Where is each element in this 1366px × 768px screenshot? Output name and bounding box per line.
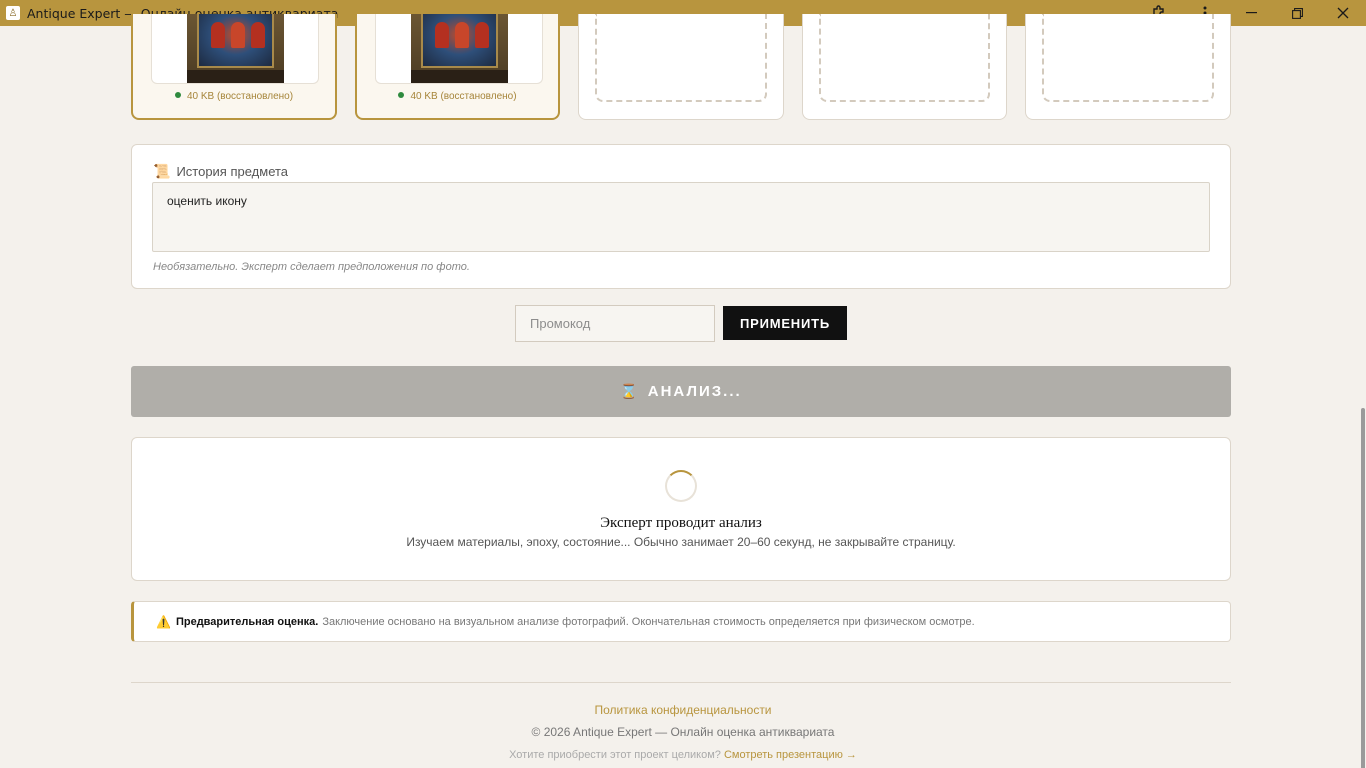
disclaimer-banner: ⚠️ Предварительная оценка. Заключение ос… [131,601,1231,642]
buy-prefix: Хотите приобрести этот проект целиком? [509,749,721,761]
restore-icon[interactable] [1274,0,1320,26]
analysis-progress-panel: Эксперт проводит анализ Изучаем материал… [131,437,1231,581]
analyze-label: АНАЛИЗ... [647,383,742,400]
photo-dropzone[interactable] [1042,14,1214,102]
analyze-button[interactable]: ⌛ АНАЛИЗ... [131,366,1231,417]
page-scrollbar[interactable] [1360,26,1366,768]
disclaimer-bold: Предварительная оценка. [175,615,319,628]
copyright-text: © 2026 Antique Expert — Онлайн оценка ан… [531,725,835,739]
apply-promo-button[interactable]: ПРИМЕНИТЬ [723,306,847,340]
photo-dropzone[interactable] [819,14,990,102]
status-dot-icon [174,92,181,98]
history-hint: Необязательно. Эксперт сделает предполож… [153,261,470,273]
footer-divider [131,682,1231,683]
photo-status: 40 KB (восстановлено) [357,91,558,102]
photo-slot-5[interactable] [1025,14,1231,120]
minimize-icon[interactable] [1228,0,1274,26]
photo-thumbnail [375,14,543,84]
scroll-icon: 📜 [153,163,171,179]
history-label: 📜 История предмета [153,163,289,179]
buy-project-line: Хотите приобрести этот проект целиком? С… [0,749,1366,761]
progress-title: Эксперт проводит анализ [600,515,762,531]
history-textarea[interactable] [152,182,1210,252]
photo-slot-3[interactable] [578,14,784,120]
icon-image [187,14,284,83]
photo-status: 40 KB (восстановлено) [133,91,335,102]
photo-thumbnail [151,14,319,84]
icon-image [411,14,508,83]
hourglass-icon: ⌛ [620,383,640,399]
photo-slot-2[interactable]: 40 KB (восстановлено) [355,14,560,120]
status-dot-icon [398,92,405,98]
promo-code-input[interactable] [515,305,715,342]
progress-subtitle: Изучаем материалы, эпоху, состояние... О… [406,535,956,549]
privacy-link[interactable]: Политика конфиденциальности [0,703,1366,717]
history-panel: 📜 История предмета Необязательно. Экспер… [131,144,1231,289]
warning-icon: ⚠️ [156,614,171,629]
loading-spinner-icon [665,470,697,502]
app-icon: ♙ [6,6,20,20]
presentation-link[interactable]: Смотреть презентацию → [724,749,857,761]
close-icon[interactable] [1320,0,1366,26]
photo-slot-4[interactable] [802,14,1007,120]
photo-slot-1[interactable]: 40 KB (восстановлено) [131,14,337,120]
photo-dropzone[interactable] [595,14,767,102]
disclaimer-text: Заключение основано на визуальном анализ… [322,615,975,628]
